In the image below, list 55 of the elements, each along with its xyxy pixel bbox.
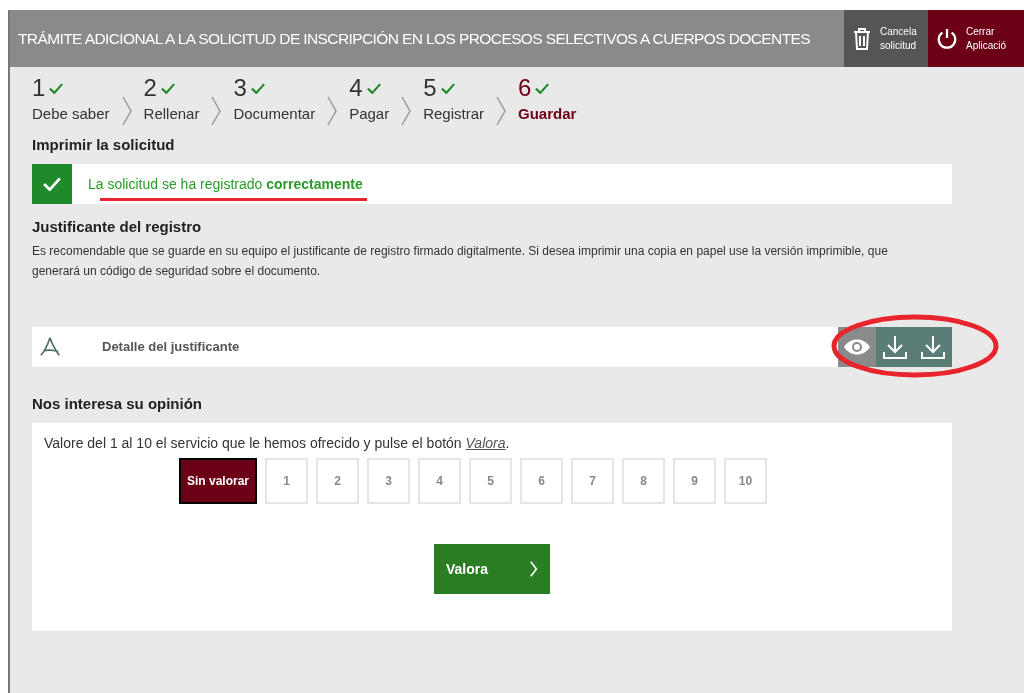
chevron-icon bbox=[496, 95, 507, 126]
rating-option[interactable]: 9 bbox=[673, 458, 717, 504]
step-label: Rellenar bbox=[143, 104, 200, 124]
step-number: 2 bbox=[143, 73, 157, 103]
rating-option[interactable]: 4 bbox=[418, 458, 462, 504]
power-icon bbox=[936, 27, 958, 50]
rating-option[interactable]: 2 bbox=[316, 458, 360, 504]
section-heading: Nos interesa su opinión bbox=[32, 393, 204, 414]
check-icon bbox=[366, 82, 381, 94]
step-label: Documentar bbox=[233, 104, 316, 124]
download-button[interactable] bbox=[876, 326, 914, 367]
rating-option[interactable]: 10 bbox=[724, 458, 768, 504]
rating-option[interactable]: 8 bbox=[622, 458, 666, 504]
check-icon bbox=[160, 82, 175, 94]
rating-option[interactable]: 3 bbox=[367, 458, 411, 504]
step-number: 6 bbox=[518, 73, 532, 103]
step-label: Guardar bbox=[518, 104, 577, 124]
receipt-description: Es recomendable que se guarde en su equipo el justificante de registro firmado digitalmente. Si desea imprimir una copia en papel use la versión imprimible, que generará un código de seguridad sobre el documento. bbox=[32, 242, 889, 280]
download-icon bbox=[920, 333, 946, 360]
check-icon bbox=[250, 82, 265, 94]
rating-option[interactable]: 1 bbox=[265, 458, 309, 504]
document-name: Detalle del justificante bbox=[102, 337, 241, 356]
step-number: 1 bbox=[32, 73, 46, 103]
chevron-icon bbox=[327, 95, 338, 126]
rating-option[interactable]: 6 bbox=[520, 458, 564, 504]
trash-icon bbox=[852, 26, 872, 51]
chevron-icon bbox=[401, 95, 412, 126]
step-label: Registrar bbox=[423, 104, 485, 124]
chevron-icon bbox=[211, 95, 222, 126]
valora-button[interactable]: Valora bbox=[434, 544, 550, 594]
step-number: 3 bbox=[233, 73, 247, 103]
step-number: 5 bbox=[423, 73, 437, 103]
check-icon bbox=[535, 82, 550, 94]
eye-icon bbox=[843, 337, 871, 356]
section-heading: Imprimir la solicitud bbox=[32, 134, 176, 155]
rating-prompt: Valore del 1 al 10 el servicio que le hemos ofrecido y pulse el botón Valora. bbox=[44, 434, 511, 453]
check-icon bbox=[43, 177, 61, 191]
download-icon bbox=[882, 333, 908, 360]
chevron-icon bbox=[121, 95, 132, 126]
step-label: Debe saber bbox=[32, 104, 110, 124]
rating-option[interactable]: 7 bbox=[571, 458, 615, 504]
success-message: La solicitud se ha registrado correctamente bbox=[88, 176, 363, 192]
section-heading: Justificante del registro bbox=[32, 217, 203, 237]
valora-link[interactable]: Valora bbox=[465, 435, 506, 451]
check-icon bbox=[440, 82, 455, 94]
step-label: Pagar bbox=[349, 104, 390, 124]
download-button[interactable] bbox=[914, 326, 952, 367]
chevron-icon bbox=[530, 560, 538, 578]
rating-option[interactable]: 5 bbox=[469, 458, 513, 504]
check-icon bbox=[49, 82, 64, 94]
close-app-button[interactable]: Cerrar Aplicació bbox=[928, 10, 1024, 67]
rating-option[interactable]: Sin valorar bbox=[179, 458, 258, 504]
page-title: TRÁMITE ADICIONAL A LA SOLICITUD DE INSCRIPCIÓN EN LOS PROCESOS SELECTIVOS A CUERPOS DOCENTES bbox=[17, 28, 812, 49]
step-number: 4 bbox=[349, 73, 363, 103]
cancel-request-button[interactable]: Cancela solicitud bbox=[844, 10, 928, 67]
